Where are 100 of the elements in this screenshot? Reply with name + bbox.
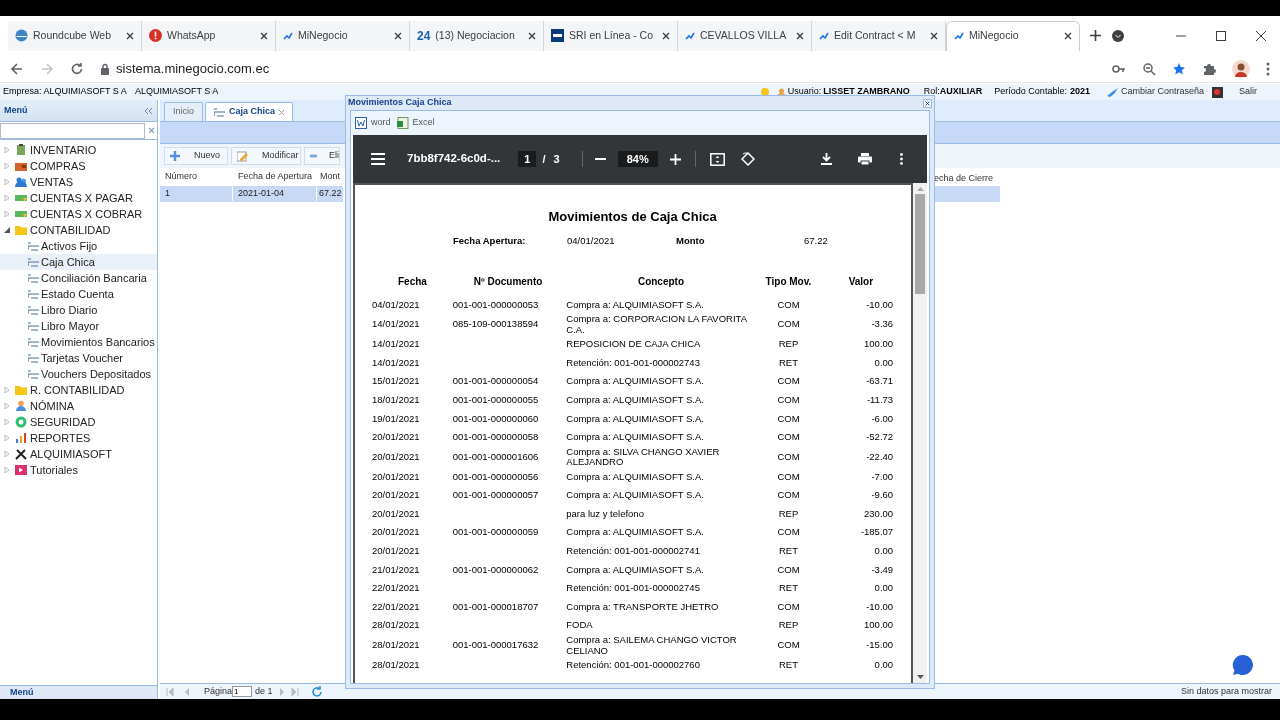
- tab-title: SRI en Línea - Co: [569, 27, 655, 43]
- star-icon[interactable]: [1172, 61, 1186, 76]
- table-cell-text: 085-109-000138594: [452, 319, 540, 330]
- scroll-down-icon[interactable]: [916, 675, 924, 679]
- zoom-field[interactable]: 84%: [617, 151, 658, 167]
- lock-icon: [100, 62, 110, 75]
- leaf-icon: [28, 289, 39, 299]
- favicon-text: 24: [417, 29, 431, 42]
- tree-item[interactable]: CUENTAS X PAGAR: [0, 190, 157, 206]
- tree-item[interactable]: R. CONTABILIDAD: [0, 382, 157, 398]
- export-button[interactable]: word: [355, 116, 391, 130]
- search-field[interactable]: [0, 122, 145, 139]
- column-header[interactable]: Fecha de Apertura: [233, 170, 317, 184]
- tree-item[interactable]: SEGURIDAD: [0, 414, 157, 430]
- tree-item[interactable]: Tarjetas Voucher: [0, 350, 157, 366]
- close-icon[interactable]: [260, 31, 268, 40]
- column-header[interactable]: Número: [160, 170, 233, 184]
- print-icon[interactable]: [858, 153, 872, 165]
- table-cell-text: 0.00: [873, 660, 894, 671]
- more-icon[interactable]: [900, 153, 903, 165]
- zoom-in-icon[interactable]: [669, 153, 681, 165]
- browser-tab[interactable]: CEVALLOS VILLA: [678, 20, 812, 51]
- close-icon[interactable]: [796, 31, 804, 40]
- tree-item[interactable]: Movimientos Bancarios: [0, 334, 157, 350]
- tree-item[interactable]: VENTAS: [0, 174, 157, 190]
- tree-item[interactable]: COMPRAS: [0, 158, 157, 174]
- tree-item[interactable]: Estado Cuenta: [0, 286, 157, 302]
- tree-item[interactable]: Vouchers Depositados: [0, 366, 157, 382]
- close-icon[interactable]: [662, 31, 670, 40]
- app-tab[interactable]: Inicio: [164, 102, 203, 121]
- chat-icon[interactable]: [1232, 654, 1254, 676]
- table-cell-text: -185.07: [859, 527, 894, 538]
- browser-tab[interactable]: 24 (13) Negociacion: [410, 20, 544, 51]
- tree-item[interactable]: Tutoriales: [0, 462, 157, 478]
- export-button[interactable]: Excel: [396, 116, 435, 130]
- tree-item[interactable]: ALQUIMIASOFT: [0, 446, 157, 462]
- tree-item[interactable]: NÓMINA: [0, 398, 157, 414]
- close-icon[interactable]: [1064, 32, 1072, 40]
- puzzle-icon[interactable]: [1202, 61, 1216, 76]
- tree-item[interactable]: CUENTAS X COBRAR: [0, 206, 157, 222]
- download-icon[interactable]: [821, 153, 832, 165]
- tab-title: MiNegocio: [298, 27, 349, 43]
- tree-item[interactable]: Conciliación Bancaria: [0, 270, 157, 286]
- browser-tab[interactable]: MiNegocio: [946, 20, 1080, 51]
- more-icon[interactable]: [1266, 61, 1270, 76]
- table-cell-text: 22/01/2021: [372, 583, 421, 594]
- refresh-icon[interactable]: [310, 685, 323, 698]
- expanded-icon[interactable]: [4, 227, 10, 233]
- toolbar-button[interactable]: Modificar: [231, 147, 301, 165]
- toolbar-button[interactable]: Nuevo: [164, 147, 228, 165]
- tree-item[interactable]: REPORTES: [0, 430, 157, 446]
- tree-item[interactable]: Libro Diario: [0, 302, 157, 318]
- column-header[interactable]: echa de Cierre: [934, 172, 994, 186]
- tree-item[interactable]: Libro Mayor: [0, 318, 157, 334]
- panel-label[interactable]: Menú: [10, 685, 34, 700]
- close-icon[interactable]: [923, 98, 932, 108]
- close-icon[interactable]: [528, 31, 536, 40]
- change-password-link[interactable]: Cambiar Contraseña: [1120, 85, 1204, 99]
- tab-search-icon[interactable]: [1112, 29, 1124, 42]
- menu-icon[interactable]: [371, 153, 385, 165]
- logout-link[interactable]: Salir: [1239, 85, 1257, 99]
- fit-page-icon[interactable]: [709, 152, 725, 166]
- collapse-icon[interactable]: [143, 106, 153, 115]
- table-cell-text: -3.36: [870, 319, 894, 330]
- new-tab-icon[interactable]: [1090, 30, 1101, 41]
- amount-label: Monto: [676, 234, 706, 249]
- browser-tab[interactable]: Edit Contract < M: [812, 20, 946, 51]
- table-cell-text: -63.71: [865, 376, 894, 387]
- zoom-icon[interactable]: [1142, 61, 1156, 76]
- browser-tab[interactable]: MiNegocio: [276, 20, 410, 51]
- close-icon[interactable]: [1256, 30, 1266, 41]
- browser-tab[interactable]: Roundcube Web: [8, 20, 142, 51]
- chart-icon: [15, 432, 27, 444]
- table-cell-text: Compra a: SILVA CHANGO XAVIER ALEJANDRO: [566, 446, 721, 468]
- clear-icon[interactable]: [148, 127, 155, 134]
- tree-item[interactable]: Caja Chica: [0, 254, 157, 270]
- tree-item[interactable]: INVENTARIO: [0, 142, 157, 158]
- tree-item[interactable]: Activos Fijo: [0, 238, 157, 254]
- scrollbar-thumb[interactable]: [915, 194, 926, 294]
- table-cell: 1: [160, 187, 233, 201]
- tree-item[interactable]: CONTABILIDAD: [0, 222, 157, 238]
- url-field[interactable]: sistema.minegocio.com.ec: [116, 58, 270, 79]
- table-row[interactable]: 1 2021-01-04 67.22: [160, 186, 343, 202]
- close-icon[interactable]: [394, 31, 402, 40]
- avatar-icon[interactable]: [1232, 59, 1250, 78]
- maximize-icon[interactable]: [1216, 30, 1226, 41]
- page-number-field[interactable]: 1: [518, 151, 537, 167]
- page-field[interactable]: 1: [232, 686, 253, 697]
- close-icon[interactable]: [126, 31, 134, 40]
- table-cell-text: -6.00: [870, 413, 894, 424]
- table-cell: 2021-01-04: [233, 187, 317, 201]
- column-header[interactable]: Mont: [317, 170, 343, 184]
- back-icon[interactable]: [10, 61, 24, 76]
- reload-icon[interactable]: [70, 61, 84, 76]
- app-tab[interactable]: Caja Chica: [205, 102, 294, 121]
- close-icon[interactable]: [930, 31, 938, 40]
- rotate-icon[interactable]: [740, 152, 755, 166]
- browser-tab[interactable]: WhatsApp: [142, 20, 276, 51]
- browser-tab[interactable]: SRI en Línea - Co: [544, 20, 678, 51]
- toolbar-button[interactable]: Eli: [304, 147, 340, 165]
